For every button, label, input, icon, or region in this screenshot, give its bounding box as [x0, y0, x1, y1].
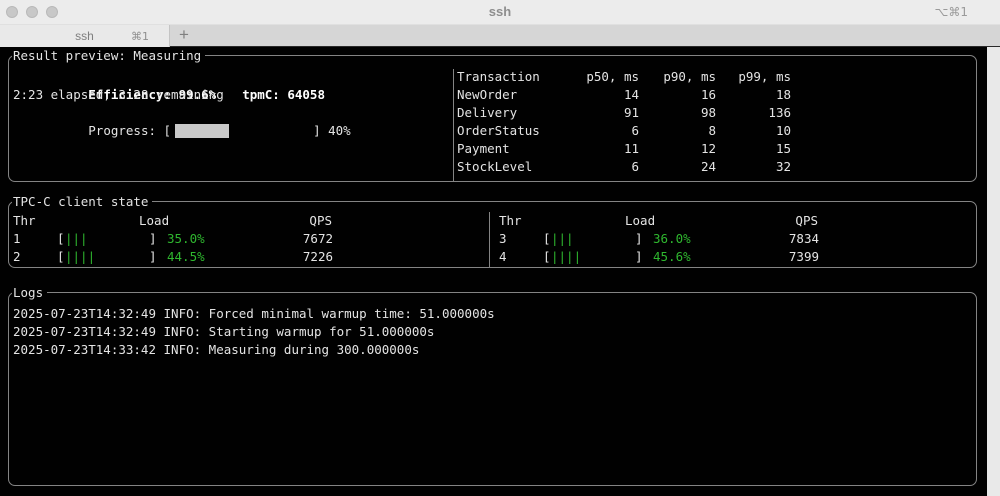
col-thr: Thr — [13, 212, 36, 230]
load-percent: 45.6% — [653, 248, 709, 266]
load-bar: |||| — [65, 248, 149, 266]
col-qps: QPS — [722, 212, 818, 230]
tab-bar: ssh ⌘1 + — [0, 25, 1000, 47]
col-transaction: Transaction — [457, 68, 581, 86]
txn-name: Payment — [457, 140, 581, 158]
txn-p99: 32 — [716, 158, 791, 176]
col-p90: p90, ms — [639, 68, 716, 86]
col-p99: p99, ms — [716, 68, 791, 86]
txn-name: StockLevel — [457, 158, 581, 176]
txn-p99: 136 — [716, 104, 791, 122]
terminal-window: ssh ⌥⌘1 ssh ⌘1 + Result preview: Measuri… — [0, 0, 1000, 496]
thread-row: 1[|||] 35.0% 7672 — [13, 230, 483, 248]
result-preview-panel: Result preview: Measuring Efficiency: 99… — [8, 55, 977, 182]
thread-id: 4 — [499, 248, 543, 266]
load-bar-close: ] — [635, 248, 643, 266]
txn-p50: 6 — [581, 158, 639, 176]
qps-value: 7399 — [723, 248, 819, 266]
tab-ssh[interactable]: ssh ⌘1 — [0, 25, 170, 47]
progress-bar — [175, 124, 309, 138]
progress-bar-fill — [175, 124, 229, 138]
window-shortcut-hint: ⌥⌘1 — [935, 5, 968, 19]
txn-p90: 12 — [639, 140, 716, 158]
txn-p50: 14 — [581, 86, 639, 104]
load-bar-open: [ — [57, 248, 65, 266]
client-state-left-pane: Thr Load QPS 1[|||] 35.0% 7672 2[||||] 44.5… — [13, 212, 483, 266]
txn-p50: 91 — [581, 104, 639, 122]
txn-p99: 15 — [716, 140, 791, 158]
client-header-row: Thr Load QPS — [13, 212, 483, 230]
tab-label: ssh — [0, 29, 131, 43]
thread-row: 3[|||] 36.0% 7834 — [499, 230, 969, 248]
logs-body: 2025-07-23T14:32:49 INFO: Forced minimal… — [13, 305, 495, 359]
thread-row: 4[||||] 45.6% 7399 — [499, 248, 969, 266]
thread-id: 1 — [13, 230, 57, 248]
thread-id: 2 — [13, 248, 57, 266]
window-title: ssh — [0, 4, 1000, 19]
client-state-right-pane: Thr Load QPS 3[|||] 36.0% 7834 4[||||] 45.6… — [499, 212, 969, 266]
terminal-content[interactable]: Result preview: Measuring Efficiency: 99… — [0, 47, 1000, 496]
log-line: 2025-07-23T14:33:42 INFO: Measuring duri… — [13, 341, 495, 359]
table-header-row: Transaction p50, ms p90, ms p99, ms — [457, 68, 793, 86]
txn-name: Delivery — [457, 104, 581, 122]
col-load: Load — [625, 212, 655, 230]
log-line: 2025-07-23T14:32:49 INFO: Starting warmu… — [13, 323, 495, 341]
load-bar-open: [ — [57, 230, 65, 248]
scrollbar-track[interactable] — [987, 47, 1000, 496]
qps-value: 7672 — [237, 230, 333, 248]
txn-name: OrderStatus — [457, 122, 581, 140]
thread-row: 2[||||] 44.5% 7226 — [13, 248, 483, 266]
txn-p50: 11 — [581, 140, 639, 158]
load-percent: 44.5% — [167, 248, 223, 266]
load-bar-close: ] — [635, 230, 643, 248]
load-bar: ||| — [551, 230, 635, 248]
load-bar-close: ] — [149, 230, 157, 248]
new-tab-button[interactable]: + — [170, 25, 198, 47]
col-load: Load — [139, 212, 169, 230]
transaction-latency-table: Transaction p50, ms p90, ms p99, ms NewO… — [457, 68, 793, 176]
qps-value: 7834 — [723, 230, 819, 248]
col-qps: QPS — [236, 212, 332, 230]
txn-p90: 8 — [639, 122, 716, 140]
load-bar: |||| — [551, 248, 635, 266]
result-preview-summary: Efficiency: 99.6%tpmC: 64058 2:23 elapse… — [13, 68, 351, 122]
txn-name: NewOrder — [457, 86, 581, 104]
table-row: NewOrder 14 16 18 — [457, 86, 793, 104]
tpmc-value: tpmC: 64058 — [242, 87, 325, 102]
logs-panel: Logs 2025-07-23T14:32:49 INFO: Forced mi… — [8, 292, 977, 486]
table-row: Payment 11 12 15 — [457, 140, 793, 158]
table-row: StockLevel 6 24 32 — [457, 158, 793, 176]
load-bar: ||| — [65, 230, 149, 248]
col-p50: p50, ms — [581, 68, 639, 86]
txn-p50: 6 — [581, 122, 639, 140]
txn-p99: 10 — [716, 122, 791, 140]
progress-label: Progress: [ — [88, 123, 171, 138]
client-header-row: Thr Load QPS — [499, 212, 969, 230]
txn-p90: 24 — [639, 158, 716, 176]
logs-title: Logs — [12, 284, 47, 302]
load-percent: 35.0% — [167, 230, 223, 248]
table-row: Delivery 91 98 136 — [457, 104, 793, 122]
title-bar: ssh ⌥⌘1 — [0, 0, 1000, 25]
client-state-panel: TPC-C client state Thr Load QPS 1[|||]35… — [8, 201, 977, 268]
tab-shortcut-hint: ⌘1 — [131, 30, 169, 43]
col-thr: Thr — [499, 212, 522, 230]
load-percent: 36.0% — [653, 230, 709, 248]
load-bar-close: ] — [149, 248, 157, 266]
client-state-title: TPC-C client state — [12, 193, 152, 211]
progress-percent-text: ] 40% — [313, 123, 351, 138]
txn-p90: 98 — [639, 104, 716, 122]
table-row: OrderStatus 6 8 10 — [457, 122, 793, 140]
txn-p90: 16 — [639, 86, 716, 104]
vertical-divider — [453, 69, 454, 181]
txn-p99: 18 — [716, 86, 791, 104]
load-bar-open: [ — [543, 248, 551, 266]
vertical-divider — [489, 212, 490, 267]
log-line: 2025-07-23T14:32:49 INFO: Forced minimal… — [13, 305, 495, 323]
load-bar-open: [ — [543, 230, 551, 248]
qps-value: 7226 — [237, 248, 333, 266]
thread-id: 3 — [499, 230, 543, 248]
result-preview-title: Result preview: Measuring — [12, 47, 205, 65]
